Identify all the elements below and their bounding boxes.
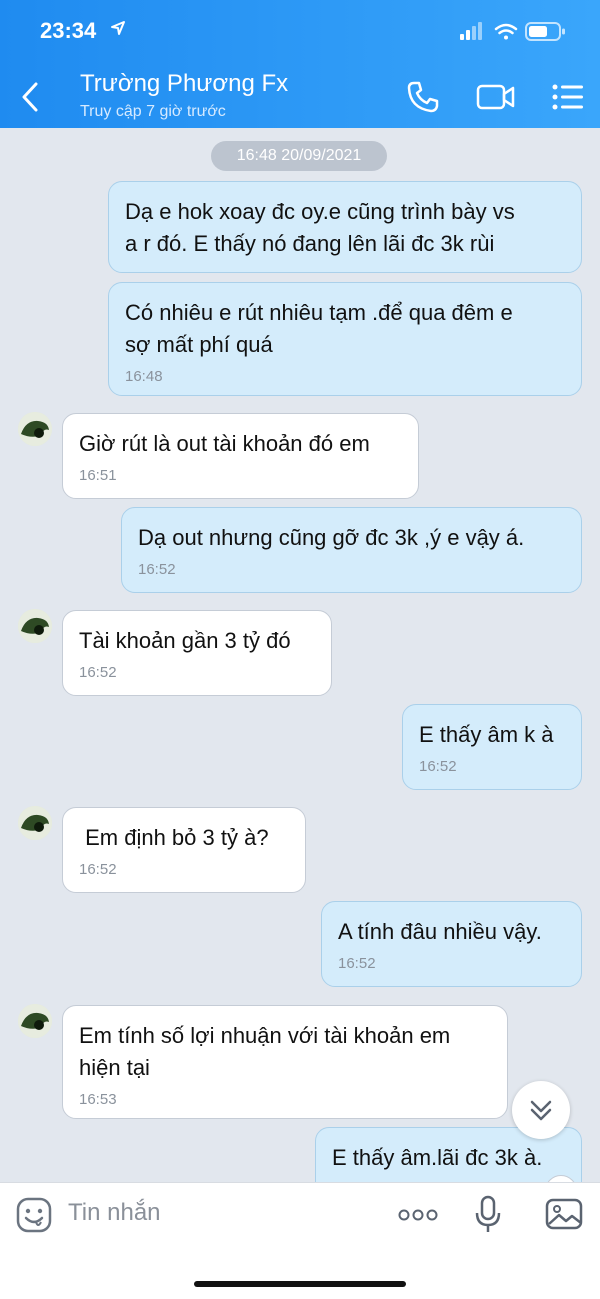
composer-bar: Tin nhắn <box>0 1182 600 1299</box>
signal-icon <box>460 22 482 40</box>
message-time: 16:52 <box>138 561 176 578</box>
message-text: Có nhiêu e rút nhiêu tạm .để qua đêm e <box>125 300 513 325</box>
avatar-image <box>18 1004 52 1038</box>
message-bubble-incoming[interactable]: Em định bỏ 3 tỷ à? 16:52 <box>62 807 306 893</box>
message-bubble-incoming[interactable]: Em tính số lợi nhuận với tài khoản em hi… <box>62 1005 508 1119</box>
emoji-icon[interactable] <box>16 1197 52 1233</box>
message-time: 16:52 <box>419 758 457 775</box>
home-indicator <box>194 1281 406 1287</box>
message-time: 16:53 <box>79 1091 117 1108</box>
contact-avatar[interactable] <box>18 412 52 446</box>
message-time: 16:52 <box>79 861 117 878</box>
chat-area[interactable]: 16:48 20/09/2021 Dạ e hok xoay đc oy.e c… <box>0 128 600 1182</box>
back-chevron-icon[interactable] <box>18 80 44 114</box>
message-input[interactable]: Tin nhắn <box>68 1199 161 1227</box>
message-text: hiện tại <box>79 1055 150 1080</box>
last-seen: Truy cập 7 giờ trước <box>80 103 226 120</box>
phone-icon[interactable] <box>406 80 440 114</box>
message-text: Dạ out nhưng cũng gỡ đc 3k ,ý e vậy á. <box>138 525 525 550</box>
message-bubble-outgoing[interactable]: A tính đâu nhiều vậy. 16:52 <box>321 901 582 987</box>
contact-avatar[interactable] <box>18 1004 52 1038</box>
microphone-icon[interactable] <box>475 1195 501 1235</box>
message-bubble-outgoing[interactable]: Dạ e hok xoay đc oy.e cũng trình bày vs … <box>108 181 582 273</box>
message-text: A tính đâu nhiều vậy. <box>338 919 542 944</box>
video-icon[interactable] <box>476 80 516 114</box>
contact-name[interactable]: Trường Phương Fx <box>80 70 288 98</box>
message-text: E thấy âm.lãi đc 3k à. <box>332 1145 543 1170</box>
more-dots-icon[interactable] <box>397 1205 439 1225</box>
avatar-image <box>18 412 52 446</box>
message-bubble-outgoing[interactable]: Có nhiêu e rút nhiêu tạm .để qua đêm e s… <box>108 282 582 396</box>
message-text: Em tính số lợi nhuận với tài khoản em <box>79 1023 451 1048</box>
message-bubble-incoming[interactable]: Tài khoản gần 3 tỷ đó 16:52 <box>62 610 332 696</box>
location-arrow-icon <box>111 21 125 35</box>
message-time: 16:52 <box>79 664 117 681</box>
date-separator: 16:48 20/09/2021 <box>211 141 387 171</box>
message-text: E thấy âm k à <box>419 722 554 747</box>
avatar-image <box>18 806 52 840</box>
avatar-image <box>18 609 52 643</box>
message-bubble-incoming[interactable]: Giờ rút là out tài khoản đó em 16:51 <box>62 413 419 499</box>
scroll-to-bottom-button[interactable] <box>512 1081 570 1139</box>
message-text: Em định bỏ 3 tỷ à? <box>79 825 269 850</box>
header-bar: 23:34 Trường Phương Fx Truy cập 7 giờ tr… <box>0 0 600 128</box>
message-text: Dạ e hok xoay đc oy.e cũng trình bày vs <box>125 199 515 224</box>
message-bubble-outgoing[interactable]: Dạ out nhưng cũng gỡ đc 3k ,ý e vậy á. 1… <box>121 507 582 593</box>
message-time: 16:48 <box>125 368 163 385</box>
message-text: Tài khoản gần 3 tỷ đó <box>79 628 291 653</box>
double-chevron-down-icon <box>530 1100 552 1121</box>
battery-icon <box>525 22 565 41</box>
list-menu-icon[interactable] <box>552 80 584 114</box>
image-icon[interactable] <box>545 1196 583 1232</box>
contact-avatar[interactable] <box>18 609 52 643</box>
status-time: 23:34 <box>40 18 97 43</box>
wifi-icon <box>494 23 518 40</box>
message-text: sợ mất phí quá <box>125 332 273 357</box>
message-text: a r đó. E thấy nó đang lên lãi đc 3k rùi <box>125 231 495 256</box>
message-time: 16:52 <box>338 955 376 972</box>
message-bubble-outgoing[interactable]: E thấy âm k à 16:52 <box>402 704 582 790</box>
contact-avatar[interactable] <box>18 806 52 840</box>
message-text: Giờ rút là out tài khoản đó em <box>79 431 370 456</box>
message-time: 16:51 <box>79 467 117 484</box>
status-icons <box>460 22 565 41</box>
